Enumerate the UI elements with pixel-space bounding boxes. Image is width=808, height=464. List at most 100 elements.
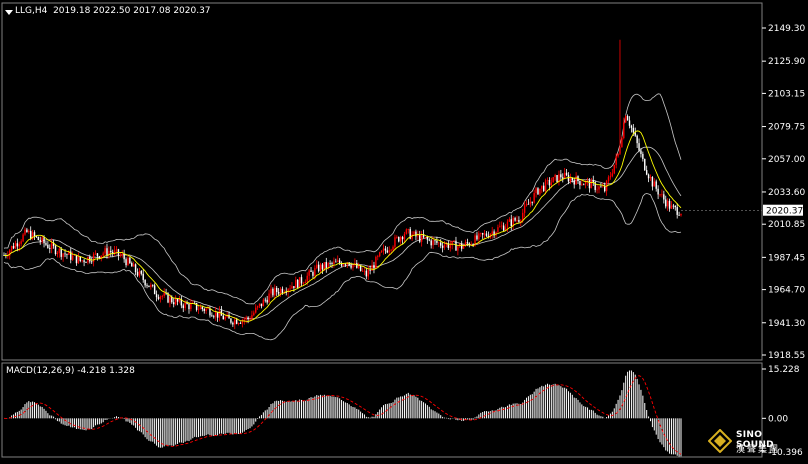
candle-body xyxy=(91,261,93,263)
price-tick-label: 2103.15 xyxy=(768,89,805,99)
candle-body xyxy=(535,188,537,193)
candle-body xyxy=(375,256,377,269)
candle-body xyxy=(480,233,482,234)
candle-body xyxy=(388,250,390,253)
logo-diamond-icon xyxy=(708,429,732,453)
candle-body xyxy=(403,233,406,240)
candle-body xyxy=(222,315,225,320)
candle-body xyxy=(666,200,669,207)
candle-body xyxy=(522,212,524,221)
candle-body xyxy=(356,263,358,268)
candle-body xyxy=(523,205,526,213)
candle-body xyxy=(266,299,268,303)
candle-body xyxy=(455,240,457,251)
current-price-label: 2020.37 xyxy=(766,207,803,217)
candle-body xyxy=(644,159,646,171)
candle-body xyxy=(239,323,242,324)
bollinger-middle-line xyxy=(3,146,682,320)
candle-body xyxy=(615,156,617,165)
candle-body xyxy=(573,180,575,185)
candle-body xyxy=(640,150,642,154)
price-tick-label: 2079.75 xyxy=(768,123,805,133)
macd-tick-label: 0.00 xyxy=(768,414,788,424)
candle-body xyxy=(125,259,127,266)
candle-body xyxy=(155,294,158,298)
dropdown-triangle-icon[interactable] xyxy=(5,10,13,15)
candle-body xyxy=(407,229,410,230)
candle-body xyxy=(466,242,469,244)
candle-body xyxy=(645,170,648,175)
candle-body xyxy=(659,194,661,196)
candle-body xyxy=(140,270,143,274)
candle-body xyxy=(657,188,659,195)
candle-body xyxy=(333,261,335,265)
candle-body xyxy=(371,264,373,271)
candle-body xyxy=(642,153,644,160)
candle-body xyxy=(152,284,154,286)
candle-body xyxy=(75,254,78,264)
candle-body xyxy=(665,199,667,207)
candle-body xyxy=(319,264,322,272)
candle-body xyxy=(565,172,568,176)
candle-body xyxy=(274,287,276,296)
candle-body xyxy=(338,260,341,264)
candle-body xyxy=(382,248,385,251)
candle-body xyxy=(653,181,656,187)
candle-body xyxy=(579,181,581,186)
candle-body xyxy=(590,180,593,189)
candle-body xyxy=(129,257,131,264)
candle-body xyxy=(306,275,308,282)
candle-body xyxy=(415,231,417,237)
candle-body xyxy=(378,252,381,257)
candle-body xyxy=(251,315,253,320)
candle-body xyxy=(272,288,274,296)
candle-body xyxy=(428,239,430,241)
candle-body xyxy=(636,135,638,144)
candle-body xyxy=(398,236,400,242)
candle-body xyxy=(190,303,192,310)
candle-body xyxy=(163,292,165,296)
candle-body xyxy=(41,237,43,242)
candle-body xyxy=(43,237,45,244)
candle-body xyxy=(262,299,265,307)
candle-body xyxy=(268,293,270,303)
candle-body xyxy=(598,186,600,190)
candle-body xyxy=(16,243,19,247)
candle-body xyxy=(188,304,190,310)
candle-body xyxy=(544,180,547,191)
candle-body xyxy=(569,178,572,182)
candle-body xyxy=(134,264,137,273)
candle-body xyxy=(539,188,541,195)
candle-body xyxy=(367,269,369,277)
candle-body xyxy=(24,229,26,235)
logo-chinese: 漢聲集團 xyxy=(736,445,781,455)
candle-body xyxy=(255,307,257,313)
candle-body xyxy=(60,248,62,257)
candle-body xyxy=(327,262,329,268)
candle-body xyxy=(14,243,17,249)
candle-body xyxy=(121,254,123,256)
candle-body xyxy=(426,237,429,240)
candle-body xyxy=(37,236,40,241)
candle-body xyxy=(211,315,213,317)
price-tick-label: 1987.45 xyxy=(768,253,805,263)
candle-body xyxy=(626,115,629,121)
candle-body xyxy=(253,312,255,316)
candle-body xyxy=(106,248,108,256)
candle-body xyxy=(497,227,499,233)
candle-body xyxy=(462,245,465,249)
candle-body xyxy=(142,273,144,280)
price-panel-frame xyxy=(1,2,763,361)
candle-body xyxy=(66,254,68,255)
candle-body xyxy=(197,309,200,311)
candle-body xyxy=(632,127,635,133)
candle-body xyxy=(235,319,238,324)
candle-body xyxy=(384,248,387,251)
candle-body xyxy=(329,262,331,264)
candle-body xyxy=(449,245,451,248)
candle-body xyxy=(182,305,184,308)
candle-body xyxy=(583,184,585,186)
candle-body xyxy=(12,246,15,249)
candle-body xyxy=(256,306,259,308)
candle-body xyxy=(655,181,657,189)
